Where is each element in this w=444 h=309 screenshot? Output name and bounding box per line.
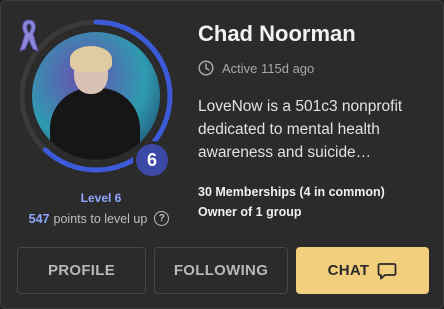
profile-name[interactable]: Chad Noorman	[198, 21, 356, 47]
awareness-ribbon-icon	[19, 19, 39, 52]
profile-card: 6 Level 6 547 points to level up ? Chad …	[0, 0, 444, 309]
chat-button-label: CHAT	[327, 262, 370, 279]
chat-bubble-icon	[377, 262, 397, 279]
avatar-figure-body	[50, 88, 140, 160]
following-button[interactable]: FOLLOWING	[154, 247, 288, 294]
avatar-figure-hair	[70, 46, 112, 72]
memberships-count: 30 Memberships (4 in common)	[198, 185, 385, 199]
points-text: points to level up	[53, 211, 148, 226]
active-text: Active 115d ago	[222, 60, 315, 76]
avatar-area[interactable]: 6	[18, 18, 174, 179]
level-badge: 6	[133, 141, 171, 179]
following-button-label: FOLLOWING	[173, 262, 269, 279]
profile-button[interactable]: PROFILE	[17, 247, 146, 294]
owner-of-groups: Owner of 1 group	[198, 205, 302, 219]
profile-bio: LoveNow is a 501c3 nonprofit dedicated t…	[198, 98, 403, 161]
clock-icon	[198, 60, 214, 76]
chat-button[interactable]: CHAT	[296, 247, 429, 294]
active-status: Active 115d ago	[198, 60, 314, 76]
level-label: Level 6	[80, 191, 122, 205]
profile-button-label: PROFILE	[47, 262, 116, 279]
points-value: 547	[28, 211, 50, 226]
avatar[interactable]	[32, 32, 160, 160]
help-circle-icon[interactable]: ?	[154, 211, 170, 226]
points-to-level: 547 points to level up ?	[11, 211, 187, 226]
